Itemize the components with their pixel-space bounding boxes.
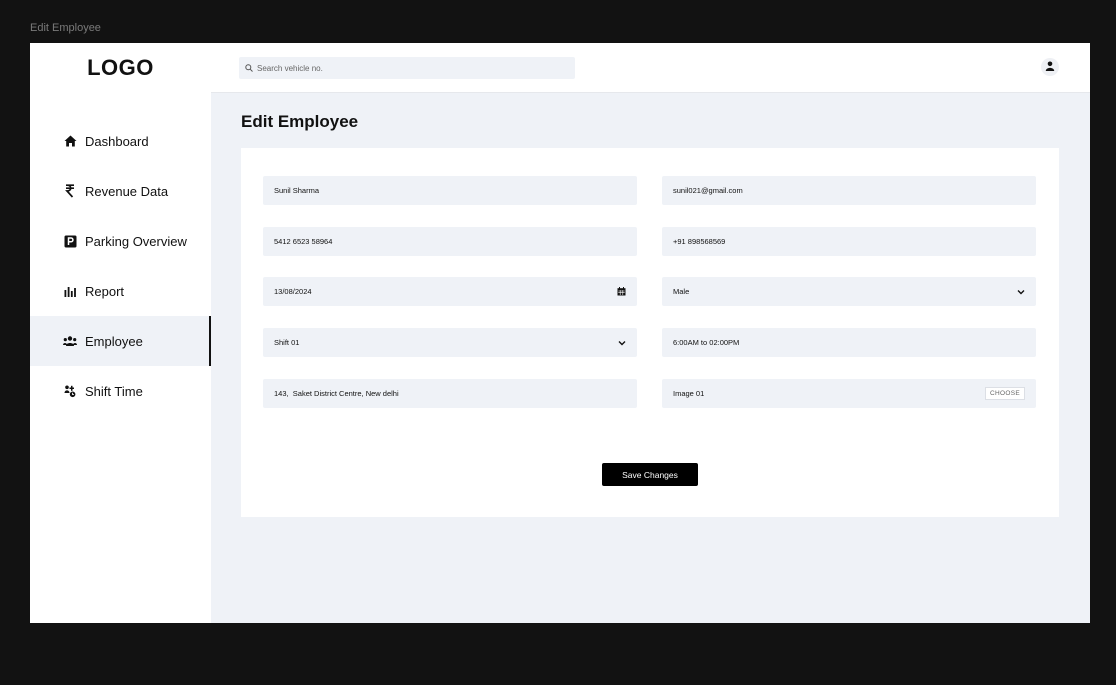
sidebar: LOGO Dashboard Revenue Data Parking Over… — [30, 43, 211, 623]
sidebar-item-label: Report — [85, 283, 125, 299]
sidebar-item-parking-overview[interactable]: Parking Overview — [30, 216, 211, 266]
edit-employee-form: Sunil Sharma sunil021@gmail.com 5412 652… — [241, 148, 1059, 517]
sidebar-item-label: Dashboard — [85, 133, 149, 149]
date-field[interactable]: 13/08/2024 — [263, 277, 637, 306]
phone-field[interactable]: +91 898568569 — [662, 227, 1036, 256]
address-field[interactable]: 143, Saket District Centre, New delhi — [263, 379, 637, 408]
sidebar-item-label: Revenue Data — [85, 183, 169, 199]
bar-chart-icon — [63, 284, 77, 298]
user-icon — [1045, 58, 1055, 76]
calendar-icon[interactable] — [617, 287, 626, 296]
id-number-value: 5412 6523 58964 — [274, 237, 333, 246]
window-title: Edit Employee — [30, 22, 101, 34]
shift-icon — [63, 384, 77, 398]
phone-value: +91 898568569 — [673, 237, 726, 246]
sidebar-item-dashboard[interactable]: Dashboard — [30, 116, 211, 166]
sidebar-item-label: Parking Overview — [85, 233, 187, 249]
search-icon — [245, 59, 253, 77]
sidebar-item-label: Employee — [85, 333, 143, 349]
top-bar — [211, 43, 1090, 93]
search-input[interactable] — [257, 63, 557, 73]
shift-select[interactable]: Shift 01 — [263, 328, 637, 357]
save-changes-button[interactable]: Save Changes — [602, 463, 698, 486]
name-field[interactable]: Sunil Sharma — [263, 176, 637, 205]
sidebar-nav: Dashboard Revenue Data Parking Overview … — [30, 116, 211, 416]
parking-icon — [63, 234, 77, 248]
home-icon — [63, 134, 77, 148]
rupee-icon — [63, 184, 77, 198]
sidebar-item-report[interactable]: Report — [30, 266, 211, 316]
chevron-down-icon — [1017, 289, 1025, 295]
user-avatar[interactable] — [1041, 58, 1059, 76]
gender-value: Male — [673, 287, 690, 296]
logo: LOGO — [87, 55, 154, 80]
app-frame: LOGO Dashboard Revenue Data Parking Over… — [30, 43, 1090, 623]
chevron-down-icon — [618, 340, 626, 346]
choose-file-button[interactable]: CHOOSE — [985, 387, 1025, 400]
email-value: sunil021@gmail.com — [673, 186, 743, 195]
image-value: Image 01 — [673, 389, 705, 398]
gender-select[interactable]: Male — [662, 277, 1036, 306]
id-number-field[interactable]: 5412 6523 58964 — [263, 227, 637, 256]
sidebar-item-revenue-data[interactable]: Revenue Data — [30, 166, 211, 216]
email-field[interactable]: sunil021@gmail.com — [662, 176, 1036, 205]
shift-time-value: 6:00AM to 02:00PM — [673, 338, 740, 347]
address-value: 143, Saket District Centre, New delhi — [274, 389, 399, 398]
date-value: 13/08/2024 — [274, 287, 312, 296]
shift-value: Shift 01 — [274, 338, 300, 347]
sidebar-item-label: Shift Time — [85, 383, 143, 399]
sidebar-item-shift-time[interactable]: Shift Time — [30, 366, 211, 416]
shift-time-field[interactable]: 6:00AM to 02:00PM — [662, 328, 1036, 357]
page-title: Edit Employee — [241, 112, 359, 131]
sidebar-item-employee[interactable]: Employee — [30, 316, 211, 366]
users-icon — [63, 334, 77, 348]
image-upload-field[interactable]: Image 01 CHOOSE — [662, 379, 1036, 408]
name-value: Sunil Sharma — [274, 186, 320, 195]
search-box[interactable] — [239, 57, 575, 79]
